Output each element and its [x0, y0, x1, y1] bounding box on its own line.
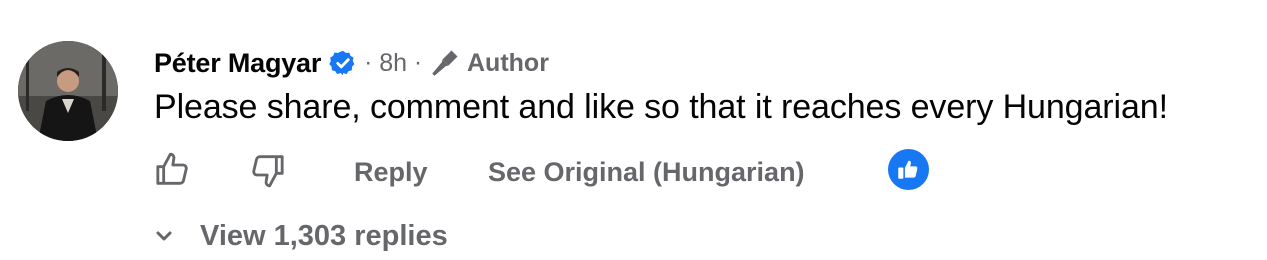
like-button[interactable] [152, 146, 194, 198]
timestamp[interactable]: 8h [379, 49, 407, 78]
view-replies-button[interactable]: View 1,303 replies [152, 212, 448, 260]
separator-dot: · [364, 49, 373, 76]
reply-label: Reply [354, 156, 428, 187]
microphone-icon [429, 47, 461, 79]
chevron-down-icon [152, 224, 176, 248]
thumbs-down-icon [248, 150, 288, 195]
comment-actions: Reply See Original (Hungarian) [150, 146, 950, 198]
author-badge: Author [429, 47, 549, 79]
separator-dot: · [414, 49, 422, 76]
view-replies-label: View 1,303 replies [200, 219, 448, 252]
see-original-label: See Original (Hungarian) [488, 156, 805, 187]
verified-badge-icon [329, 49, 357, 77]
profile-photo [18, 41, 118, 141]
comment-text: Please share, comment and like so that i… [154, 88, 1168, 126]
author-name[interactable]: Péter Magyar [154, 48, 321, 79]
like-reaction-button[interactable] [888, 146, 930, 198]
reply-button[interactable]: Reply [354, 146, 428, 198]
avatar[interactable] [18, 41, 118, 141]
dislike-button[interactable] [248, 146, 292, 198]
author-badge-label: Author [467, 48, 549, 77]
comment-header: Péter Magyar · 8h · Author [154, 42, 549, 84]
thumbs-up-icon [152, 150, 192, 195]
see-original-button[interactable]: See Original (Hungarian) [488, 146, 805, 198]
like-reaction-icon [888, 149, 929, 195]
